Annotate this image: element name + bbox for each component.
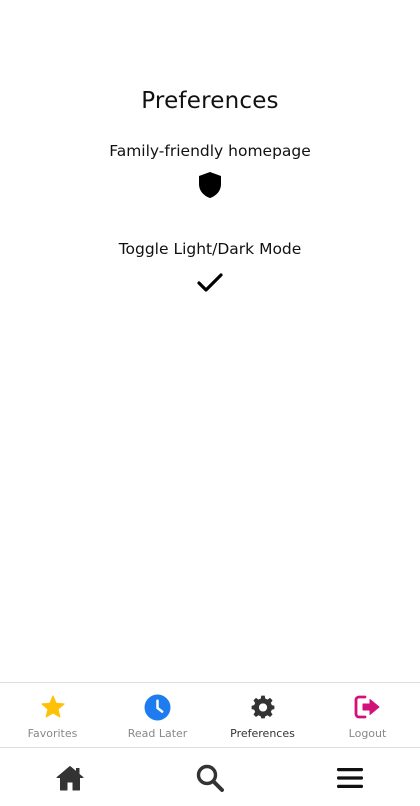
family-friendly-toggle[interactable]	[196, 170, 224, 200]
tab-preferences-label: Preferences	[230, 727, 295, 740]
gear-icon	[249, 693, 277, 721]
tab-preferences[interactable]: Preferences	[210, 683, 315, 747]
home-icon	[56, 765, 84, 790]
menu-button[interactable]	[280, 749, 420, 806]
search-button[interactable]	[140, 749, 280, 806]
star-icon	[39, 693, 67, 721]
tab-read-later[interactable]: Read Later	[105, 683, 210, 747]
shield-icon	[199, 172, 221, 198]
bottom-navigation	[0, 749, 420, 806]
checkmark-icon	[197, 273, 223, 292]
page-title: Preferences	[141, 88, 279, 114]
tab-logout[interactable]: Logout	[315, 683, 420, 747]
light-dark-mode-label: Toggle Light/Dark Mode	[118, 240, 302, 258]
home-button[interactable]	[0, 749, 140, 806]
tab-read-later-label: Read Later	[127, 727, 188, 740]
tab-favorites-label: Favorites	[27, 727, 78, 740]
family-friendly-label: Family-friendly homepage	[109, 142, 311, 160]
menu-icon	[337, 767, 363, 788]
light-dark-mode-toggle[interactable]	[196, 268, 224, 298]
tab-bar: Favorites Read Later Preferences Logout	[0, 682, 420, 748]
search-icon	[196, 764, 224, 792]
tab-favorites[interactable]: Favorites	[0, 683, 105, 747]
tab-logout-label: Logout	[348, 727, 387, 740]
clock-icon	[144, 693, 172, 721]
logout-icon	[354, 693, 382, 721]
preferences-screen: Preferences Family-friendly homepage Tog…	[0, 0, 420, 806]
